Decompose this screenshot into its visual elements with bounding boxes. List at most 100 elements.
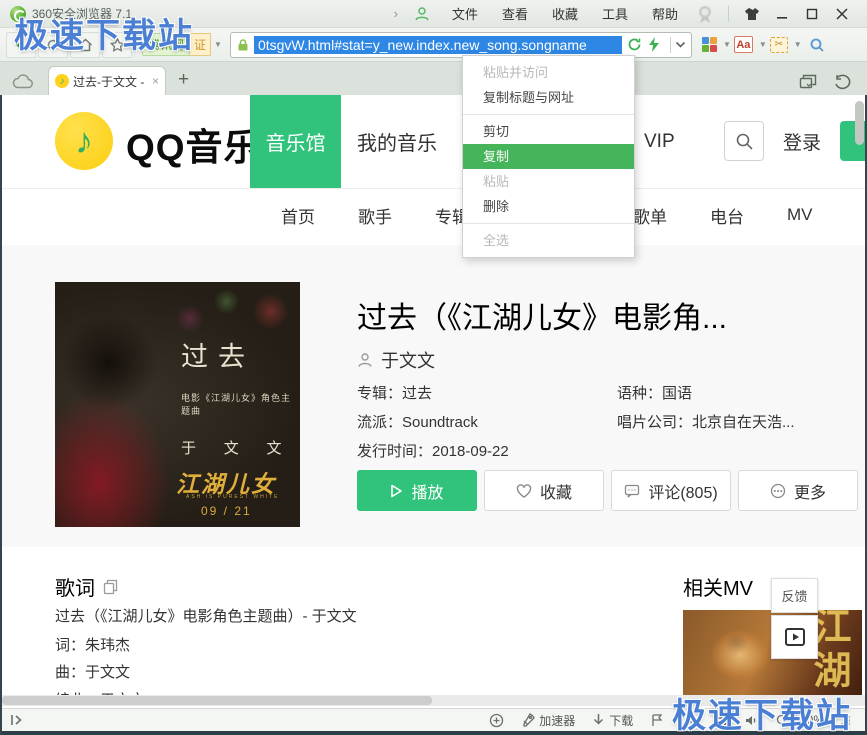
apps-caret-icon[interactable]: ▼ xyxy=(723,40,731,49)
subnav-singer[interactable]: 歌手 xyxy=(358,189,392,241)
sidebar-expand-icon[interactable] xyxy=(10,714,24,726)
undo-closed-tab-icon[interactable] xyxy=(833,74,851,90)
more-label: 更多 xyxy=(794,479,826,503)
user-account-icon[interactable] xyxy=(414,6,430,22)
qq-music-favicon: ♪ xyxy=(55,74,69,88)
more-button[interactable]: 更多 xyxy=(738,470,858,511)
subnav-home[interactable]: 首页 xyxy=(281,189,315,241)
speed-bolt-icon[interactable] xyxy=(648,37,660,52)
qq-music-logo-icon[interactable]: ♪ xyxy=(55,112,113,170)
artist-icon xyxy=(357,352,373,368)
download-item[interactable]: 下载 xyxy=(592,712,633,729)
ctx-select-all: 全选 xyxy=(463,228,634,253)
ctx-copy-title-url[interactable]: 复制标题与网址 xyxy=(463,85,634,110)
badge-caret-icon: ▼ xyxy=(214,40,222,49)
apps-grid-icon[interactable] xyxy=(702,37,717,52)
feedback-button[interactable]: 反馈 xyxy=(771,578,818,613)
flag-report-icon[interactable] xyxy=(650,713,664,727)
search-tool-icon[interactable] xyxy=(809,37,825,53)
meta-genre: 流派：Soundtrack xyxy=(357,411,617,440)
meta-language: 语种：国语 xyxy=(617,382,795,411)
subnav-songlist[interactable]: 歌单 xyxy=(633,189,667,241)
play-label: 播放 xyxy=(411,479,443,503)
floating-widget: 反馈 xyxy=(771,578,818,659)
subnav-radio[interactable]: 电台 xyxy=(710,189,744,241)
url-dropdown-chevron-icon[interactable] xyxy=(675,41,686,49)
more-icon xyxy=(770,483,786,499)
menu-file[interactable]: 文件 xyxy=(440,4,490,23)
ctx-paste: 粘贴 xyxy=(463,169,634,194)
menu-favorites[interactable]: 收藏 xyxy=(540,4,590,23)
song-artist[interactable]: 于文文 xyxy=(381,347,435,373)
browser-tab-active[interactable]: ♪ 过去-于文文 - C × xyxy=(48,66,166,95)
rocket-icon xyxy=(521,713,535,727)
minimize-button[interactable] xyxy=(767,4,797,24)
related-mv-heading: 相关MV xyxy=(683,572,753,601)
cloud-sync-icon[interactable] xyxy=(12,74,34,89)
song-artist-row[interactable]: 于文文 xyxy=(357,347,435,373)
new-tab-button[interactable]: + xyxy=(178,69,189,91)
toolbar-overflow-chevron-icon[interactable]: › xyxy=(394,6,398,21)
tab-title: 过去-于文文 - C xyxy=(73,73,148,90)
login-link[interactable]: 登录 xyxy=(783,95,821,188)
close-button[interactable] xyxy=(827,4,857,24)
nav-my-music[interactable]: 我的音乐 xyxy=(357,95,437,188)
address-bar[interactable]: 0tsgvW.html#stat=y_new.index.new_song.so… xyxy=(230,32,692,58)
song-title: 过去（《江湖儿女》电影角... xyxy=(357,293,727,337)
medal-badge-icon[interactable] xyxy=(696,4,714,24)
ctx-paste-and-go: 粘贴并访问 xyxy=(463,60,634,85)
nav-vip[interactable]: VIP xyxy=(644,95,675,188)
nav-music-hall[interactable]: 音乐馆 xyxy=(250,95,341,188)
lyrics-line-title: 过去（《江湖儿女》电影角色主题曲）- 于文文 xyxy=(55,605,357,626)
menu-separator xyxy=(463,223,634,224)
page-vertical-scrollbar[interactable] xyxy=(855,101,864,145)
comment-button[interactable]: 评论(805) xyxy=(611,470,731,511)
play-button[interactable]: 播放 xyxy=(357,470,477,511)
menu-help[interactable]: 帮助 xyxy=(640,4,690,23)
meta-label: 唱片公司：北京自在天浩... xyxy=(617,411,795,440)
window-frame-left xyxy=(0,95,2,735)
tab-bar: ♪ 过去-于文文 - C × + xyxy=(0,62,867,95)
lock-icon xyxy=(236,38,250,52)
search-icon xyxy=(735,132,754,151)
tab-close-icon[interactable]: × xyxy=(152,74,159,88)
cover-artist: 于 文 文 xyxy=(181,437,300,458)
browser-window: 360安全浏览器 7.1 › 文件 查看 收藏 工具 帮助 xyxy=(0,0,867,735)
meta-release: 发行时间：2018-09-22 xyxy=(357,440,617,469)
accelerator-item[interactable]: 加速器 xyxy=(521,712,575,729)
cover-title: 过去 xyxy=(181,335,300,374)
font-caret-icon[interactable]: ▼ xyxy=(759,40,767,49)
page-refresh-icon[interactable] xyxy=(627,37,642,52)
ctx-copy[interactable]: 复制 xyxy=(463,144,634,169)
url-text-selected[interactable]: 0tsgvW.html#stat=y_new.index.new_song.so… xyxy=(254,36,622,54)
game-mode-icon[interactable] xyxy=(489,713,504,728)
favorite-button[interactable]: 收藏 xyxy=(484,470,604,511)
copy-lyrics-icon[interactable] xyxy=(103,579,118,595)
cover-release-date: 09 / 21 xyxy=(201,504,252,518)
play-icon xyxy=(390,484,403,498)
video-popout-button[interactable] xyxy=(771,615,818,659)
cover-subtitle: 电影《江湖儿女》角色主题曲 xyxy=(181,391,300,417)
watermark-bottom-right: 极速下载站 xyxy=(672,688,852,735)
lyrics-heading: 歌词 xyxy=(55,572,95,601)
video-play-icon xyxy=(784,627,806,647)
ctx-cut[interactable]: 剪切 xyxy=(463,119,634,144)
skin-icon[interactable] xyxy=(737,4,767,24)
ctx-delete[interactable]: 删除 xyxy=(463,194,634,219)
site-subnav: 首页 歌手 专辑 歌单 电台 MV xyxy=(0,188,867,240)
maximize-button[interactable] xyxy=(797,4,827,24)
web-page: ♪ QQ音乐 音乐馆 我的音乐 VIP 登录 首页 歌手 专辑 歌单 电台 MV xyxy=(0,95,867,708)
song-meta: 专辑：过去 语种：国语 流派：Soundtrack 唱片公司：北京自在天浩...… xyxy=(357,382,795,469)
subnav-mv[interactable]: MV xyxy=(787,189,813,241)
qq-music-logo-text[interactable]: QQ音乐 xyxy=(126,117,262,171)
context-menu: 粘贴并访问 复制标题与网址 剪切 复制 粘贴 删除 全选 xyxy=(462,55,635,258)
restore-tabs-icon[interactable] xyxy=(799,74,817,90)
menu-tools[interactable]: 工具 xyxy=(590,4,640,23)
screenshot-caret-icon[interactable]: ▼ xyxy=(794,40,802,49)
font-size-tool-icon[interactable]: Aa xyxy=(734,36,753,53)
site-search-button[interactable] xyxy=(724,121,764,161)
screenshot-tool-icon[interactable]: ✂ xyxy=(770,37,788,53)
menu-view[interactable]: 查看 xyxy=(490,4,540,23)
album-cover: 过去 电影《江湖儿女》角色主题曲 于 文 文 江湖儿女 ASH IS PURES… xyxy=(55,282,300,527)
menu-separator xyxy=(463,114,634,115)
